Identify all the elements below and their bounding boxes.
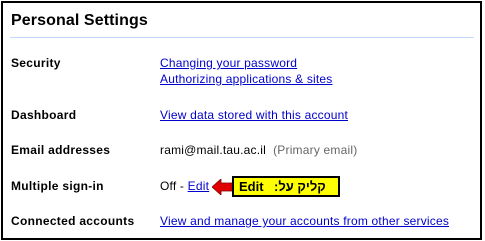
multiple-signin-status: Off - (160, 179, 185, 193)
email-label: Email addresses (11, 143, 111, 157)
connected-accounts-label: Connected accounts (11, 214, 135, 228)
security-label: Security (11, 56, 61, 70)
settings-panel: Personal Settings Security Changing your… (1, 1, 482, 240)
multiple-signin-label: Multiple sign-in (11, 179, 104, 193)
manage-accounts-link[interactable]: View and manage your accounts from other… (160, 214, 449, 228)
authorize-apps-link[interactable]: Authorizing applications & sites (160, 72, 333, 86)
primary-email-note: (Primary email) (273, 143, 358, 157)
callout-hebrew-text: קליק על: (274, 179, 326, 194)
multiple-signin-edit-link[interactable]: Edit (188, 179, 209, 193)
annotation-callout: Edit קליק על: (232, 176, 340, 197)
email-address: rami@mail.tau.ac.il (160, 143, 267, 157)
left-arrow-icon (212, 179, 234, 195)
change-password-link[interactable]: Changing your password (160, 56, 297, 70)
title-divider (10, 37, 474, 38)
callout-edit-word: Edit (239, 179, 264, 194)
view-data-link[interactable]: View data stored with this account (160, 108, 348, 122)
page-title: Personal Settings (11, 12, 148, 29)
dashboard-label: Dashboard (11, 108, 77, 122)
